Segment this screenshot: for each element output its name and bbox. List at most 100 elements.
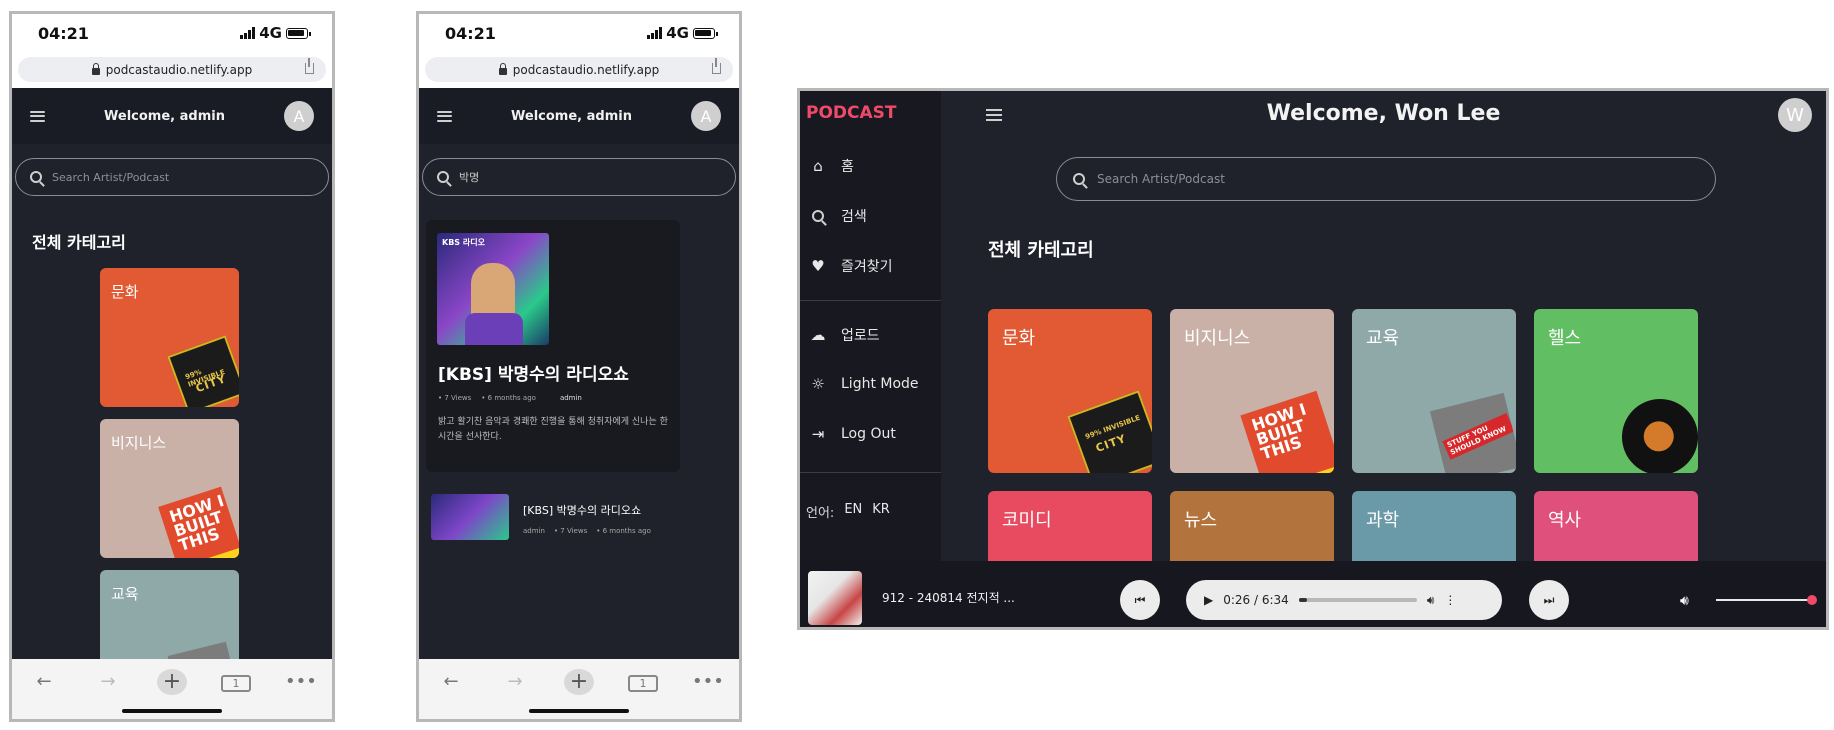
signal-icon (240, 27, 256, 39)
upload-age: • 6 months ago (596, 527, 651, 535)
sidebar-item-logout[interactable]: ⇥ Log Out (809, 425, 896, 443)
author-name: admin (523, 527, 545, 535)
battery-icon (693, 27, 718, 39)
lang-kr-option[interactable]: KR (872, 502, 890, 521)
search-icon (812, 210, 824, 222)
lock-icon (91, 62, 100, 75)
lock-icon (498, 62, 507, 75)
volume-icon[interactable]: 🔊︎ (1427, 593, 1435, 608)
forward-icon[interactable]: → (93, 671, 123, 692)
search-input[interactable]: Search Artist/Podcast (15, 158, 329, 196)
more-options-icon[interactable]: ⋮ (1444, 593, 1456, 607)
volume-slider[interactable] (1716, 595, 1817, 605)
signal-icon (647, 27, 663, 39)
address-bar[interactable]: podcastaudio.netlify.app (18, 57, 326, 82)
back-icon[interactable]: ← (436, 671, 466, 692)
new-tab-icon[interactable]: + (564, 669, 594, 695)
upload-age: • 6 months ago (481, 394, 536, 402)
menu-icon[interactable] (437, 110, 452, 122)
search-icon (30, 171, 42, 183)
audio-player-bar: 912 - 240814 전지적 ... ⏮ ▶ 0:26 / 6:34 🔊︎ … (800, 561, 1826, 627)
episode-thumbnail (431, 494, 509, 540)
more-icon[interactable]: ••• (692, 671, 724, 692)
share-icon[interactable] (305, 58, 314, 74)
category-card-business[interactable]: 비지니스 HOW I BUILT THIS (1170, 309, 1334, 473)
views-count: • 7 Views (438, 394, 472, 402)
podcast-cover-image: HOW I BUILT THIS (1240, 390, 1334, 473)
search-input[interactable]: 박명 (422, 158, 736, 196)
browser-bottom-bar: ← → + 1 ••• (12, 659, 332, 719)
search-icon (1073, 173, 1085, 185)
sidebar-item-favorites[interactable]: ♥ 즐겨찾기 (809, 256, 892, 276)
search-input[interactable]: Search Artist/Podcast (1056, 157, 1716, 201)
podcast-cover-image (1612, 389, 1698, 473)
status-bar: 04:21 4G (419, 14, 739, 52)
app-logo[interactable]: PODCAST (806, 103, 897, 123)
heart-icon: ♥ (811, 257, 825, 275)
category-card-culture[interactable]: 문화 99% INVISIBLE CITY (100, 268, 239, 407)
progress-bar[interactable] (1298, 598, 1417, 602)
episode-title: [KBS] 박명수의 라디오쇼 (523, 504, 642, 517)
podcast-cover-image: STUFF YOU SHOULD KNOW (1429, 392, 1516, 473)
sidebar-item-upload[interactable]: ☁ 업로드 (809, 325, 880, 345)
tabs-icon[interactable]: 1 (221, 675, 251, 692)
welcome-text: Welcome, admin (104, 108, 225, 124)
search-placeholder: Search Artist/Podcast (52, 170, 170, 184)
category-title: 전체 카테고리 (988, 240, 1094, 261)
menu-icon[interactable] (30, 110, 45, 122)
screenshot-canvas: 04:21 4G podcastaudio.netlify.app Welcom… (0, 0, 1834, 730)
sidebar-item-home[interactable]: ⌂ 홈 (809, 156, 854, 176)
language-selector: 언어: EN KR (806, 502, 890, 521)
avatar[interactable]: A (283, 101, 314, 131)
battery-icon (286, 27, 311, 39)
volume-slider-handle[interactable] (1807, 595, 1817, 605)
category-card-business[interactable]: 비지니스 HOW I BUILT THIS (100, 419, 239, 558)
category-label: 비지니스 (111, 434, 167, 452)
sun-icon: ☼ (811, 375, 825, 393)
category-card-education[interactable]: 교육 STUFF YOU SHOULD KNOW (1352, 309, 1516, 473)
podcast-result-card[interactable]: KBS 라디오 [KBS] 박명수의 라디오쇼 • 7 Views • 6 mo… (426, 220, 680, 472)
share-icon[interactable] (712, 58, 721, 74)
avatar[interactable]: A (690, 101, 721, 131)
play-icon[interactable]: ▶ (1204, 593, 1213, 607)
new-tab-icon[interactable]: + (157, 669, 187, 695)
home-indicator (122, 709, 222, 713)
category-label: 교육 (111, 585, 139, 603)
more-icon[interactable]: ••• (285, 671, 317, 692)
main-header: Welcome, Won Lee W (941, 91, 1826, 141)
previous-track-button[interactable]: ⏮ (1120, 580, 1160, 620)
episode-list-item[interactable]: [KBS] 박명수의 라디오쇼 admin • 7 Views • 6 mont… (431, 494, 651, 540)
audio-controls: ▶ 0:26 / 6:34 🔊︎ ⋮ (1186, 580, 1502, 620)
url-text: podcastaudio.netlify.app (105, 62, 253, 77)
views-count: • 7 Views (553, 527, 588, 535)
now-playing-title: 912 - 240814 전지적 ... (882, 591, 1015, 605)
home-indicator (529, 709, 629, 713)
podcast-cover-image: 99% INVISIBLE CITY (167, 335, 239, 407)
logout-icon: ⇥ (811, 425, 825, 443)
category-list: 문화 99% INVISIBLE CITY 비지니스 HOW I BUILT T… (100, 268, 239, 719)
category-card-health[interactable]: 헬스 (1534, 309, 1698, 473)
sidebar-divider (800, 300, 941, 301)
sidebar-item-search[interactable]: 검색 (809, 206, 867, 226)
volume-icon[interactable]: 🔊︎ (1680, 593, 1689, 609)
lang-en-option[interactable]: EN (844, 502, 862, 521)
tabs-icon[interactable]: 1 (628, 675, 658, 692)
search-icon (437, 171, 449, 183)
category-card-culture[interactable]: 문화 99% INVISIBLE CITY (988, 309, 1152, 473)
sidebar-item-light-mode[interactable]: ☼ Light Mode (809, 375, 918, 393)
avatar[interactable]: W (1778, 98, 1812, 132)
search-placeholder: Search Artist/Podcast (1097, 172, 1225, 186)
address-bar[interactable]: podcastaudio.netlify.app (425, 57, 733, 82)
status-bar: 04:21 4G (12, 14, 332, 52)
forward-icon[interactable]: → (500, 671, 530, 692)
app-header: Welcome, admin A (419, 88, 739, 144)
welcome-text: Welcome, admin (511, 108, 632, 124)
podcast-cover-image: 99% INVISIBLE CITY (1067, 390, 1152, 473)
mobile-home-screen: 04:21 4G podcastaudio.netlify.app Welcom… (9, 11, 335, 722)
sidebar: PODCAST ⌂ 홈 검색 ♥ 즐겨찾기 ☁ 업로드 ☼ Light Mode (800, 91, 941, 561)
next-track-button[interactable]: ⏭ (1529, 580, 1569, 620)
welcome-text: Welcome, Won Lee (1266, 101, 1501, 126)
podcast-title: [KBS] 박명수의 라디오쇼 (438, 365, 629, 385)
back-icon[interactable]: ← (29, 671, 59, 692)
status-time: 04:21 (38, 23, 89, 43)
